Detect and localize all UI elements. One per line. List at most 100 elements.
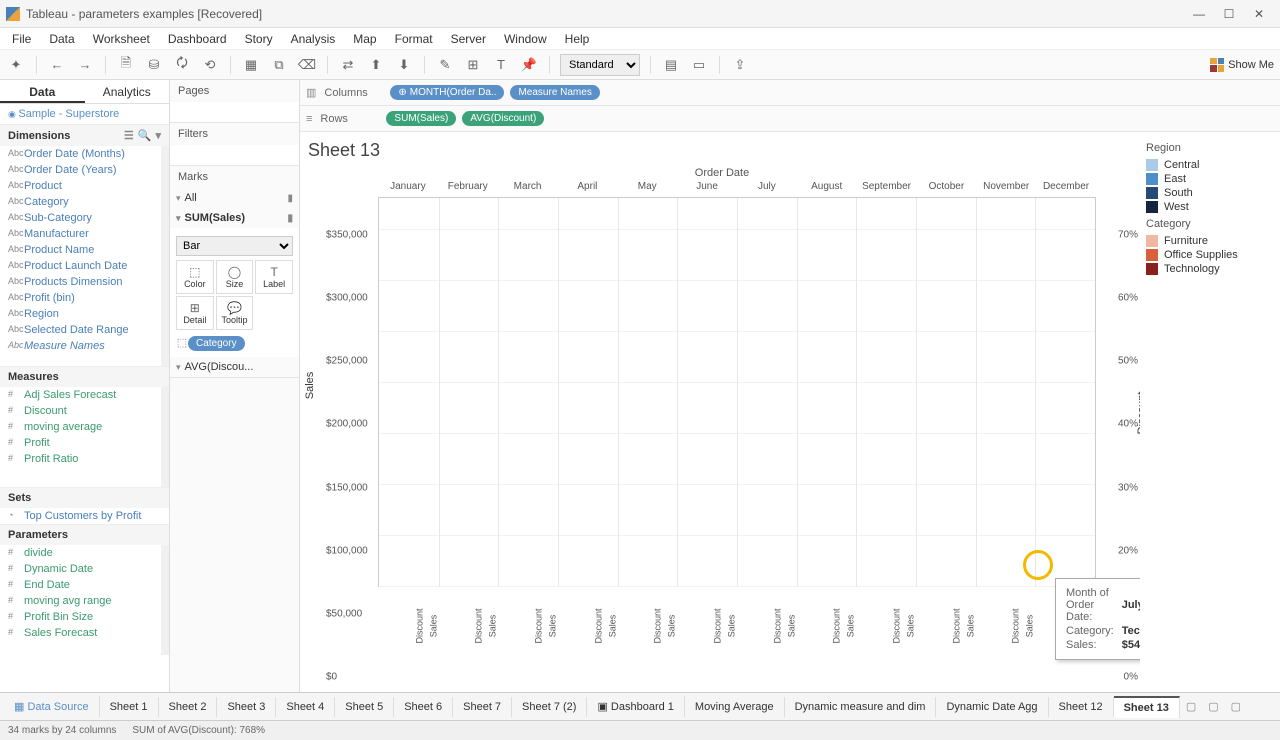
menu-help[interactable]: Help xyxy=(557,30,598,48)
menu-window[interactable]: Window xyxy=(496,30,555,48)
data-tab[interactable]: Data xyxy=(0,80,85,103)
pill-measure-names[interactable]: Measure Names xyxy=(510,85,599,100)
sheet-tab-sheet-6[interactable]: Sheet 6 xyxy=(394,697,453,717)
field-selected-date-range[interactable]: Selected Date Range xyxy=(0,322,169,338)
field-measure-names[interactable]: Measure Names xyxy=(0,338,169,354)
legend-item-south[interactable]: South xyxy=(1146,186,1274,200)
legend-item-office-supplies[interactable]: Office Supplies xyxy=(1146,248,1274,262)
sheet-tab-sheet-13[interactable]: Sheet 13 xyxy=(1114,696,1180,718)
field-product-launch-date[interactable]: Product Launch Date xyxy=(0,258,169,274)
size-button[interactable]: ◯Size xyxy=(216,260,254,294)
sort-desc-icon[interactable]: ⬇ xyxy=(394,55,414,75)
field-products-dimension[interactable]: Products Dimension xyxy=(0,274,169,290)
find-icon[interactable]: 🔍 xyxy=(138,129,152,142)
field-product[interactable]: Product xyxy=(0,178,169,194)
new-sheet-icon[interactable]: ▦ xyxy=(241,55,261,75)
menu-file[interactable]: File xyxy=(4,30,39,48)
cards-icon[interactable]: ▤ xyxy=(661,55,681,75)
clear-sheet-icon[interactable]: ⌫ xyxy=(297,55,317,75)
sheet-tab-dynamic-measure-and-dim[interactable]: Dynamic measure and dim xyxy=(785,697,937,717)
color-pill-category[interactable]: Category xyxy=(188,336,245,351)
swap-icon[interactable]: ⇄ xyxy=(338,55,358,75)
pill-avg-discount[interactable]: AVG(Discount) xyxy=(462,111,544,126)
show-me-button[interactable]: Show Me xyxy=(1210,58,1274,72)
sheet-tab-sheet-4[interactable]: Sheet 4 xyxy=(276,697,335,717)
legend-item-east[interactable]: East xyxy=(1146,172,1274,186)
analytics-tab[interactable]: Analytics xyxy=(85,80,170,103)
field-profit[interactable]: Profit xyxy=(0,435,169,451)
minimize-button[interactable]: — xyxy=(1184,7,1214,21)
new-dashboard-icon[interactable]: ▢ xyxy=(1202,696,1224,717)
field-top-customers-by-profit[interactable]: Top Customers by Profit xyxy=(0,508,169,524)
columns-shelf[interactable]: ▥ Columns ⊕ MONTH(Order Da.. Measure Nam… xyxy=(300,80,1280,106)
menu-icon[interactable]: ▾ xyxy=(155,129,161,142)
new-story-icon[interactable]: ▢ xyxy=(1225,696,1247,717)
sheet-tab-sheet-2[interactable]: Sheet 2 xyxy=(159,697,218,717)
field-profit-bin-[interactable]: Profit (bin) xyxy=(0,290,169,306)
chart-plot-area[interactable]: DiscountSalesDiscountSalesDiscountSalesD… xyxy=(378,197,1096,587)
field-region[interactable]: Region xyxy=(0,306,169,322)
menu-analysis[interactable]: Analysis xyxy=(283,30,344,48)
sheet-tab-data-source[interactable]: ▦ Data Source xyxy=(4,696,100,717)
tableau-icon[interactable]: ✦ xyxy=(6,55,26,75)
marks-sumsales-row[interactable]: ▾SUM(Sales)▮ xyxy=(170,208,299,228)
sheet-tab-moving-average[interactable]: Moving Average xyxy=(685,697,785,717)
label-button[interactable]: TLabel xyxy=(255,260,293,294)
sheet-tab-sheet-12[interactable]: Sheet 12 xyxy=(1049,697,1114,717)
marks-all-row[interactable]: ▾All▮ xyxy=(170,188,299,208)
sheet-tab-sheet-3[interactable]: Sheet 3 xyxy=(217,697,276,717)
field-order-date-years-[interactable]: Order Date (Years) xyxy=(0,162,169,178)
field-profit-ratio[interactable]: Profit Ratio xyxy=(0,451,169,467)
menu-data[interactable]: Data xyxy=(41,30,82,48)
refresh-button[interactable]: 🗘 xyxy=(172,55,192,75)
field-manufacturer[interactable]: Manufacturer xyxy=(0,226,169,242)
mark-type-select[interactable]: Bar xyxy=(176,236,293,256)
menu-format[interactable]: Format xyxy=(387,30,441,48)
field-adj-sales-forecast[interactable]: Adj Sales Forecast xyxy=(0,387,169,403)
sheet-tab-dynamic-date-agg[interactable]: Dynamic Date Agg xyxy=(936,697,1048,717)
new-worksheet-icon[interactable]: ▢ xyxy=(1180,696,1202,717)
tooltip-button[interactable]: 💬Tooltip xyxy=(216,296,254,330)
sheet-tab-sheet-5[interactable]: Sheet 5 xyxy=(335,697,394,717)
sheet-tab-sheet-1[interactable]: Sheet 1 xyxy=(100,697,159,717)
field-profit-bin-size[interactable]: Profit Bin Size xyxy=(0,609,169,625)
legend-item-technology[interactable]: Technology xyxy=(1146,262,1274,276)
field-category[interactable]: Category xyxy=(0,194,169,210)
field-order-date-months-[interactable]: Order Date (Months) xyxy=(0,146,169,162)
field-sub-category[interactable]: Sub-Category xyxy=(0,210,169,226)
maximize-button[interactable]: ☐ xyxy=(1214,7,1244,21)
field-end-date[interactable]: End Date xyxy=(0,577,169,593)
undo-button[interactable]: ⟲ xyxy=(200,55,220,75)
menu-dashboard[interactable]: Dashboard xyxy=(160,30,235,48)
sheet-tab-sheet-7-2-[interactable]: Sheet 7 (2) xyxy=(512,697,587,717)
fit-select[interactable]: Standard xyxy=(560,54,640,76)
menu-worksheet[interactable]: Worksheet xyxy=(85,30,158,48)
menu-story[interactable]: Story xyxy=(237,30,281,48)
menu-map[interactable]: Map xyxy=(345,30,384,48)
marks-avgdiscount-row[interactable]: ▾AVG(Discou... xyxy=(170,357,299,377)
labels-icon[interactable]: T xyxy=(491,55,511,75)
sheet-tab-dashboard-1[interactable]: ▣ Dashboard 1 xyxy=(587,696,684,717)
datasource-item[interactable]: Sample - Superstore xyxy=(0,104,169,124)
pin-icon[interactable]: 📌 xyxy=(519,55,539,75)
sheet-title[interactable]: Sheet 13 xyxy=(308,140,1136,161)
field-discount[interactable]: Discount xyxy=(0,403,169,419)
search-icon[interactable]: ☰ xyxy=(124,129,134,142)
save-button[interactable]: 🗎 xyxy=(116,55,136,75)
close-button[interactable]: ✕ xyxy=(1244,7,1274,21)
forward-button[interactable]: → xyxy=(75,55,95,75)
field-dynamic-date[interactable]: Dynamic Date xyxy=(0,561,169,577)
back-button[interactable]: ← xyxy=(47,55,67,75)
legend-item-central[interactable]: Central xyxy=(1146,158,1274,172)
field-product-name[interactable]: Product Name xyxy=(0,242,169,258)
field-moving-average[interactable]: moving average xyxy=(0,419,169,435)
rows-shelf[interactable]: ≡ Rows SUM(Sales) AVG(Discount) xyxy=(300,106,1280,132)
group-icon[interactable]: ⊞ xyxy=(463,55,483,75)
detail-button[interactable]: ⊞Detail xyxy=(176,296,214,330)
field-moving-avg-range[interactable]: moving avg range xyxy=(0,593,169,609)
legend-item-west[interactable]: West xyxy=(1146,200,1274,214)
field-divide[interactable]: divide xyxy=(0,545,169,561)
share-icon[interactable]: ⇪ xyxy=(730,55,750,75)
legend-item-furniture[interactable]: Furniture xyxy=(1146,234,1274,248)
duplicate-sheet-icon[interactable]: ⧉ xyxy=(269,55,289,75)
